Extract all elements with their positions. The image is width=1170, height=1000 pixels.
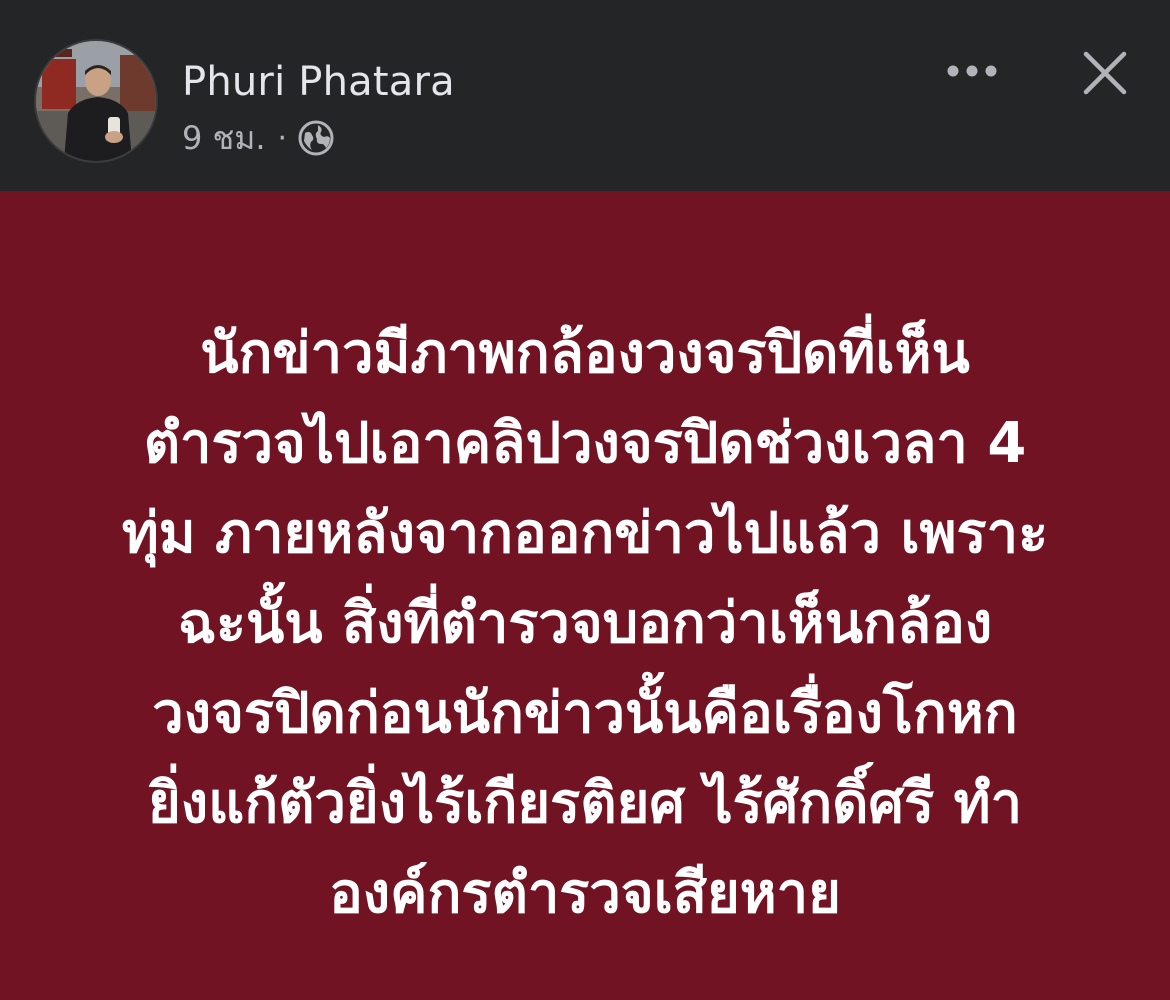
post-header: Phuri Phatara 9 ชม. · <box>0 0 1170 191</box>
close-button[interactable] <box>1074 46 1136 100</box>
more-horizontal-icon <box>947 65 997 77</box>
post-meta: 9 ชม. · <box>182 116 335 160</box>
author-name[interactable]: Phuri Phatara <box>182 56 455 108</box>
more-options-button[interactable] <box>940 46 1004 96</box>
avatar-photo <box>36 41 156 161</box>
post-text: นักข่าวมีภาพกล้องวงจรปิดที่เห็น ตำรวจไปเ… <box>70 309 1100 939</box>
close-icon <box>1083 51 1127 95</box>
post-viewer: Phuri Phatara 9 ชม. · นักข่าวมีภาพกล้องว… <box>0 0 1170 1000</box>
post-text-line: วงจรปิดก่อนนักข่าวนั้นคือเรื่องโกหก <box>152 681 1018 746</box>
post-text-line: นักข่าวมีภาพกล้องวงจรปิดที่เห็น <box>200 321 970 386</box>
post-text-line: ยิ่งแก้ตัวยิ่งไร้เกียรติยศ ไร้ศักดิ์ศรี … <box>147 771 1023 836</box>
post-content: นักข่าวมีภาพกล้องวงจรปิดที่เห็น ตำรวจไปเ… <box>0 191 1170 1000</box>
post-text-line: ทุ่ม ภายหลังจากออกข่าวไปแล้ว เพราะ <box>121 501 1049 566</box>
avatar[interactable] <box>36 41 156 161</box>
post-text-line: ฉะนั้น สิ่งที่ตำรวจบอกว่าเห็นกล้อง <box>177 591 993 656</box>
post-text-line: ตำรวจไปเอาคลิปวงจรปิดช่วงเวลา 4 <box>143 411 1027 476</box>
post-text-line: องค์กรตำรวจเสียหาย <box>329 861 841 926</box>
globe-icon[interactable] <box>297 119 335 157</box>
post-timestamp[interactable]: 9 ชม. <box>182 113 266 164</box>
meta-separator: · <box>277 120 288 156</box>
